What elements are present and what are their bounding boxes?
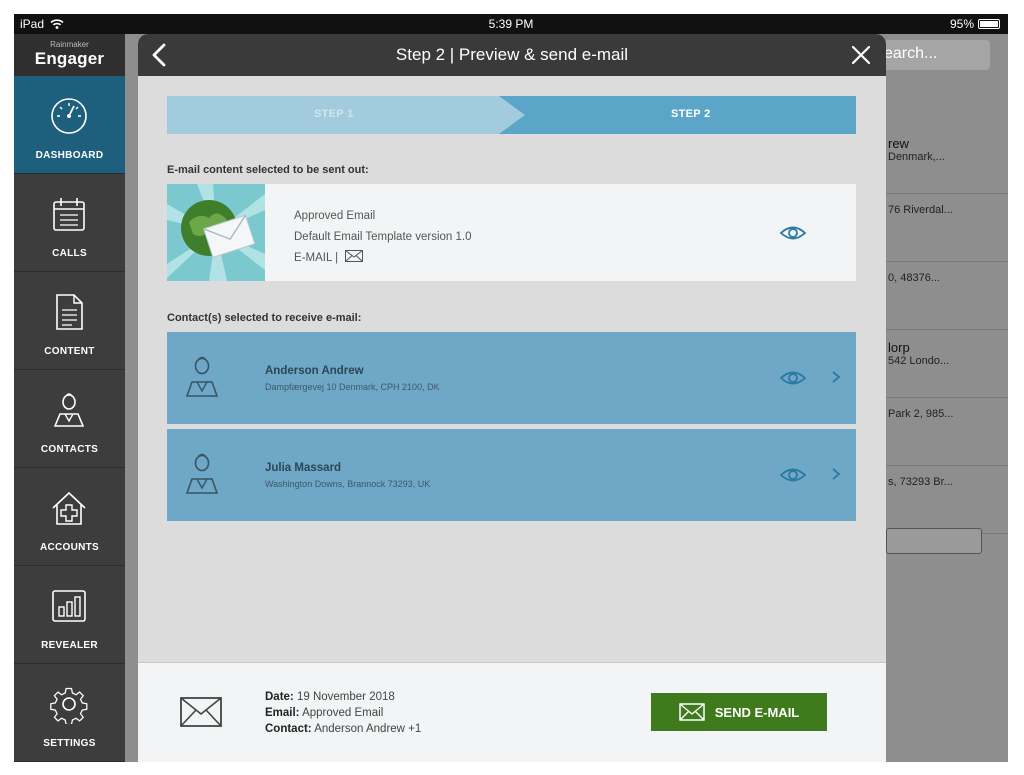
envelope-icon xyxy=(679,703,705,721)
step-indicator: STEP 1 STEP 2 xyxy=(167,96,856,134)
list-item-title: rew xyxy=(888,136,909,151)
view-toggle[interactable] xyxy=(886,528,982,554)
contact-card[interactable]: Julia Massard Washington Downs, Brannock… xyxy=(167,429,856,521)
sidebar-label-settings: SETTINGS xyxy=(43,738,96,749)
sidebar-label-calls: CALLS xyxy=(52,248,87,259)
list-item[interactable]: 0, 48376... xyxy=(886,262,1008,330)
email-template: Default Email Template version 1.0 xyxy=(294,231,472,243)
person-icon xyxy=(53,393,85,427)
brand-name: Engager xyxy=(34,49,105,68)
sidebar-label-dashboard: DASHBOARD xyxy=(35,150,104,161)
modal-header: Step 2 | Preview & send e-mail xyxy=(138,34,886,76)
contacts-section-title: Contact(s) selected to receive e-mail: xyxy=(167,312,362,324)
list-item[interactable]: rew Denmark,... xyxy=(886,126,1008,194)
chevron-right-icon[interactable] xyxy=(831,467,841,481)
document-icon xyxy=(56,294,83,330)
list-item[interactable]: Park 2, 985... xyxy=(886,398,1008,466)
step-1-label[interactable]: STEP 1 xyxy=(314,108,354,120)
contact-address: Dampfærgevej 10 Denmark, CPH 2100, DK xyxy=(265,382,440,392)
background-search-input[interactable]: earch... xyxy=(876,40,990,70)
send-email-label: SEND E-MAIL xyxy=(714,704,800,720)
dashboard-gauge-icon xyxy=(51,98,87,134)
battery-percent: 95% xyxy=(949,17,974,31)
email-type: E-MAIL | xyxy=(294,252,339,264)
email-content-card: Approved Email Default Email Template ve… xyxy=(167,184,856,281)
gear-icon xyxy=(50,687,88,724)
send-summary: Date: 19 November 2018 Email: Approved E… xyxy=(265,689,421,737)
step-2-label[interactable]: STEP 2 xyxy=(671,108,711,120)
step-indicator-graphic xyxy=(167,96,856,134)
battery-icon xyxy=(978,19,1000,29)
list-item-subtitle: Park 2, 985... xyxy=(888,408,954,420)
preview-contact-eye-icon[interactable] xyxy=(779,369,807,387)
sidebar-label-revealer: REVEALER xyxy=(41,640,98,651)
chevron-right-icon[interactable] xyxy=(831,370,841,384)
preview-email-eye-icon[interactable] xyxy=(779,224,807,242)
list-item[interactable]: lorp 542 Londo... xyxy=(886,330,1008,398)
app-logo: Rainmaker Engager xyxy=(14,34,125,76)
house-plus-icon xyxy=(52,491,86,525)
summary-contact: Contact: Anderson Andrew +1 xyxy=(265,721,421,737)
contact-card[interactable]: Anderson Andrew Dampfærgevej 10 Denmark,… xyxy=(167,332,856,424)
contact-avatar-icon xyxy=(185,453,219,494)
contact-name: Anderson Andrew xyxy=(265,365,364,377)
contact-value: Anderson Andrew +1 xyxy=(314,723,422,735)
ipad-screen: iPad 5:39 PM 95% Rainmaker Engager DASHB… xyxy=(14,14,1008,762)
sidebar-label-accounts: ACCOUNTS xyxy=(39,542,100,553)
brand-small: Rainmaker xyxy=(50,40,89,49)
sidebar-item-revealer[interactable]: REVEALER xyxy=(14,566,125,664)
contact-name: Julia Massard xyxy=(265,462,342,474)
send-email-button[interactable]: SEND E-MAIL xyxy=(651,693,827,731)
summary-date: Date: 19 November 2018 xyxy=(265,689,421,705)
preview-contact-eye-icon[interactable] xyxy=(779,466,807,484)
email-details: Approved Email Default Email Template ve… xyxy=(294,206,472,269)
list-item-subtitle: Denmark,... xyxy=(888,151,945,163)
list-item-subtitle: s, 73293 Br... xyxy=(888,476,953,488)
email-section-title: E-mail content selected to be sent out: xyxy=(167,164,369,176)
modal-footer: Date: 19 November 2018 Email: Approved E… xyxy=(138,662,886,762)
preview-send-modal: Step 2 | Preview & send e-mail STEP 1 ST… xyxy=(138,34,886,762)
list-item-subtitle: 542 Londo... xyxy=(888,355,950,367)
envelope-icon xyxy=(180,697,222,727)
sidebar: Rainmaker Engager DASHBOARD CALLS CONTEN… xyxy=(14,34,125,762)
date-value: 19 November 2018 xyxy=(296,691,395,703)
email-name: Approved Email xyxy=(294,210,376,222)
sidebar-item-settings[interactable]: SETTINGS xyxy=(14,664,125,762)
email-type-row: E-MAIL | xyxy=(294,248,472,269)
sidebar-item-calls[interactable]: CALLS xyxy=(14,174,125,272)
modal-title: Step 2 | Preview & send e-mail xyxy=(395,45,629,64)
sidebar-label-content: CONTENT xyxy=(44,346,95,357)
sidebar-item-content[interactable]: CONTENT xyxy=(14,272,125,370)
sidebar-label-contacts: CONTACTS xyxy=(40,444,99,455)
date-label: Date: xyxy=(265,691,294,703)
status-bar: iPad 5:39 PM 95% xyxy=(14,14,1008,34)
summary-email: Email: Approved Email xyxy=(265,705,421,721)
email-thumbnail xyxy=(167,184,265,281)
status-time: 5:39 PM xyxy=(488,17,534,31)
list-item[interactable]: 76 Riverdal... xyxy=(886,194,1008,262)
background-contact-list: rew Denmark,... 76 Riverdal... 0, 48376..… xyxy=(886,126,1008,534)
list-item-subtitle: 0, 48376... xyxy=(888,272,940,284)
contact-address: Washington Downs, Brannock 73293, UK xyxy=(265,479,431,489)
list-item[interactable]: s, 73293 Br... xyxy=(886,466,1008,534)
envelope-icon xyxy=(345,250,364,262)
email-label: Email: xyxy=(265,707,300,719)
sidebar-item-contacts[interactable]: CONTACTS xyxy=(14,370,125,468)
sidebar-item-accounts[interactable]: ACCOUNTS xyxy=(14,468,125,566)
list-item-title: lorp xyxy=(888,340,910,355)
bar-chart-icon xyxy=(52,590,86,622)
list-item-subtitle: 76 Riverdal... xyxy=(888,204,953,216)
globe-envelope-icon xyxy=(167,184,265,281)
sidebar-item-dashboard[interactable]: DASHBOARD xyxy=(14,76,125,174)
contact-avatar-icon xyxy=(185,356,219,397)
email-value: Approved Email xyxy=(302,707,384,719)
calendar-icon xyxy=(53,198,85,231)
close-icon[interactable] xyxy=(850,44,872,66)
contact-label: Contact: xyxy=(265,723,312,735)
status-right: 95% xyxy=(950,17,1000,31)
